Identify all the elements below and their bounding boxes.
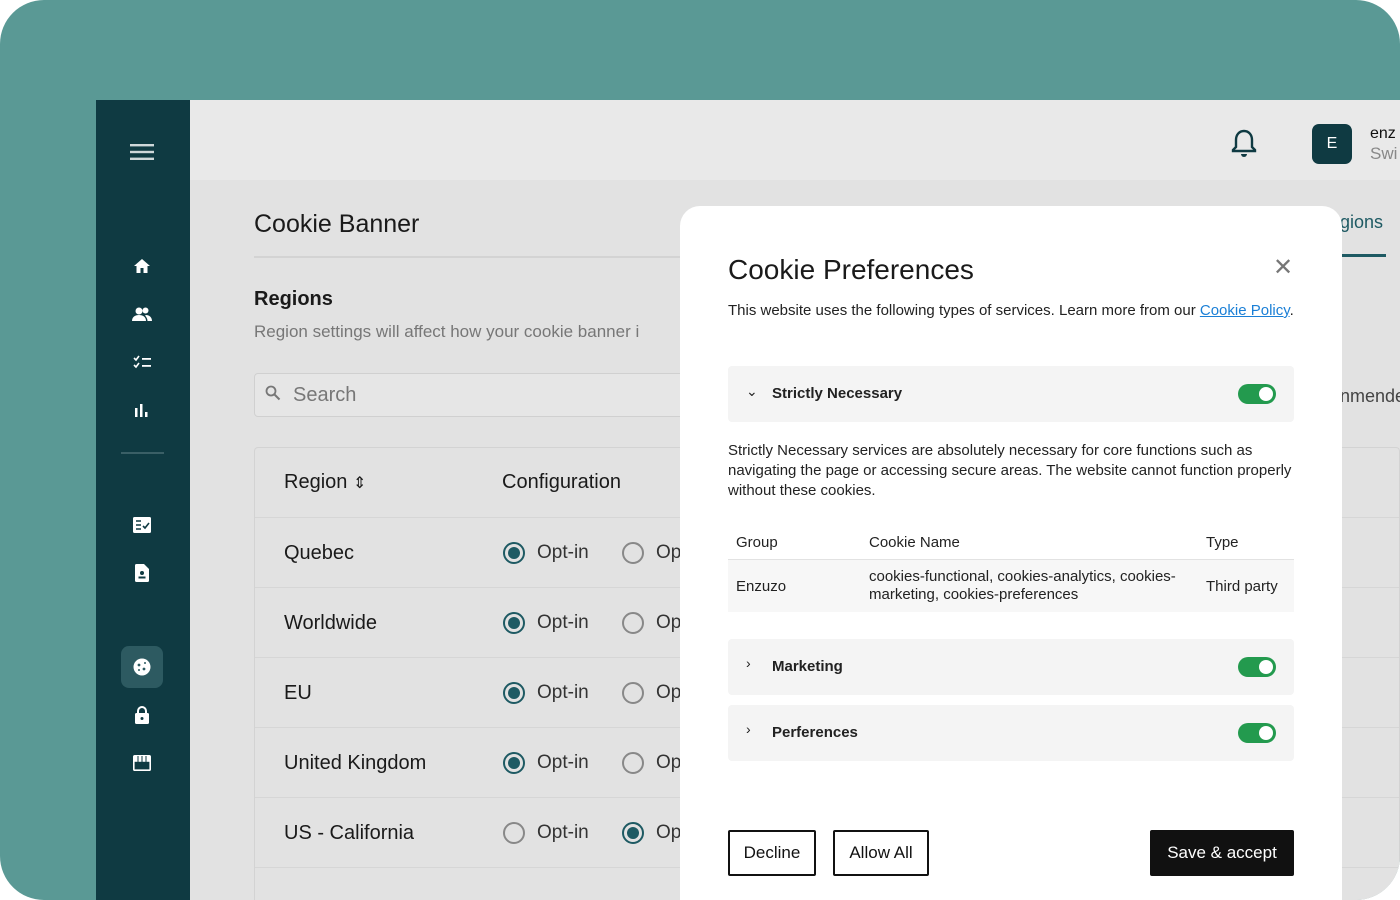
region-column-header[interactable]: Region ⇕	[284, 471, 366, 494]
sort-icon[interactable]: ⇕	[353, 475, 366, 492]
home-icon[interactable]	[121, 245, 163, 287]
opt-in-label: Opt-in	[537, 682, 589, 703]
accordion-label: Marketing	[772, 658, 843, 675]
cookie-policy-link[interactable]: Cookie Policy	[1200, 302, 1290, 319]
opt-out-label: Op	[656, 752, 682, 773]
notification-bell-icon[interactable]	[1230, 128, 1258, 163]
opt-in-radio[interactable]	[503, 542, 525, 564]
avatar[interactable]: E	[1312, 124, 1352, 164]
region-name: Worldwide	[284, 612, 377, 634]
contact-doc-icon[interactable]	[121, 552, 163, 594]
cookie-table-header: Group Cookie Name Type	[728, 524, 1294, 560]
user-org: Swi	[1370, 144, 1398, 163]
close-icon[interactable]: ✕	[1273, 253, 1293, 282]
accordion-label: Perferences	[772, 724, 858, 741]
cookie-table: Group Cookie Name Type Enzuzo cookies-fu…	[728, 524, 1294, 612]
description-text: This website uses the following types of…	[728, 302, 1200, 319]
header-type: Type	[1206, 534, 1239, 551]
sidebar	[96, 100, 190, 900]
analytics-icon[interactable]	[121, 389, 163, 431]
toggle-preferences[interactable]	[1238, 723, 1276, 743]
allow-all-button[interactable]: Allow All	[833, 830, 929, 876]
header-cookie-name: Cookie Name	[869, 534, 960, 551]
menu-icon[interactable]	[121, 131, 163, 173]
description-end: .	[1289, 302, 1294, 319]
chevron-right-icon: ›	[746, 655, 751, 671]
recommended-label: nmende	[1340, 386, 1400, 406]
search-icon	[265, 384, 281, 407]
modal-title: Cookie Preferences	[728, 254, 974, 285]
opt-in-radio[interactable]	[503, 752, 525, 774]
backdrop: E enz Swi Cookie Banner Regions Region s…	[0, 0, 1400, 900]
region-name: US - California	[284, 822, 415, 844]
accordion-marketing[interactable]: › Marketing	[728, 639, 1294, 695]
opt-in-label: Opt-in	[537, 752, 589, 773]
page-title: Cookie Banner	[254, 210, 420, 238]
save-accept-button[interactable]: Save & accept	[1150, 830, 1294, 876]
cell-type: Third party	[1206, 578, 1278, 595]
accordion-label: Strictly Necessary	[772, 385, 903, 402]
cell-group: Enzuzo	[736, 578, 787, 595]
chevron-right-icon: ›	[746, 721, 751, 737]
opt-in-label: Opt-in	[537, 822, 589, 843]
modal-description: This website uses the following types of…	[728, 301, 1298, 321]
region-header-label: Region	[284, 471, 348, 493]
top-header: E enz Swi	[190, 100, 1400, 180]
checklist-doc-icon[interactable]	[121, 504, 163, 546]
opt-out-radio[interactable]	[622, 822, 644, 844]
opt-out-radio[interactable]	[622, 752, 644, 774]
decline-button[interactable]: Decline	[728, 830, 816, 876]
cell-cookie-names: cookies-functional, cookies-analytics, c…	[869, 568, 1176, 603]
users-icon[interactable]	[121, 293, 163, 335]
opt-out-radio[interactable]	[622, 612, 644, 634]
store-icon[interactable]	[121, 742, 163, 784]
opt-in-label: Opt-in	[537, 542, 589, 563]
table-row: Enzuzo cookies-functional, cookies-analy…	[728, 560, 1294, 612]
search-box	[254, 373, 714, 417]
cookie-icon[interactable]	[121, 646, 163, 688]
toggle-strictly-necessary[interactable]	[1238, 384, 1276, 404]
user-name: enz	[1370, 125, 1396, 142]
checklist-icon[interactable]	[121, 341, 163, 383]
opt-out-label: Op	[656, 542, 682, 563]
title-divider	[254, 256, 714, 258]
active-tab-indicator	[1340, 254, 1386, 257]
opt-out-label: Op	[656, 682, 682, 703]
section-title: Regions	[254, 288, 333, 310]
cookie-preferences-modal: Cookie Preferences ✕ This website uses t…	[680, 206, 1342, 900]
lock-icon[interactable]	[121, 694, 163, 736]
region-name: Quebec	[284, 542, 355, 564]
section-description: Region settings will affect how your coo…	[254, 322, 640, 341]
toggle-marketing[interactable]	[1238, 657, 1276, 677]
strictly-necessary-description: Strictly Necessary services are absolute…	[728, 442, 1292, 499]
opt-in-radio[interactable]	[503, 612, 525, 634]
chevron-down-icon: ⌄	[746, 383, 758, 399]
opt-out-label: Op	[656, 822, 682, 843]
opt-out-label: Op	[656, 612, 682, 633]
accordion-preferences[interactable]: › Perferences	[728, 705, 1294, 761]
search-input[interactable]	[293, 383, 558, 407]
header-group: Group	[736, 534, 778, 551]
sidebar-divider	[121, 452, 164, 454]
app-window: E enz Swi Cookie Banner Regions Region s…	[96, 100, 1400, 900]
opt-out-radio[interactable]	[622, 682, 644, 704]
tab-regions[interactable]: gions	[1340, 212, 1383, 233]
configuration-column-header: Configuration	[502, 471, 621, 493]
region-name: United Kingdom	[284, 752, 427, 774]
opt-in-radio[interactable]	[503, 822, 525, 844]
opt-in-label: Opt-in	[537, 612, 589, 633]
accordion-strictly-necessary[interactable]: ⌄ Strictly Necessary	[728, 366, 1294, 422]
region-name: EU	[284, 682, 312, 704]
opt-in-radio[interactable]	[503, 682, 525, 704]
opt-out-radio[interactable]	[622, 542, 644, 564]
